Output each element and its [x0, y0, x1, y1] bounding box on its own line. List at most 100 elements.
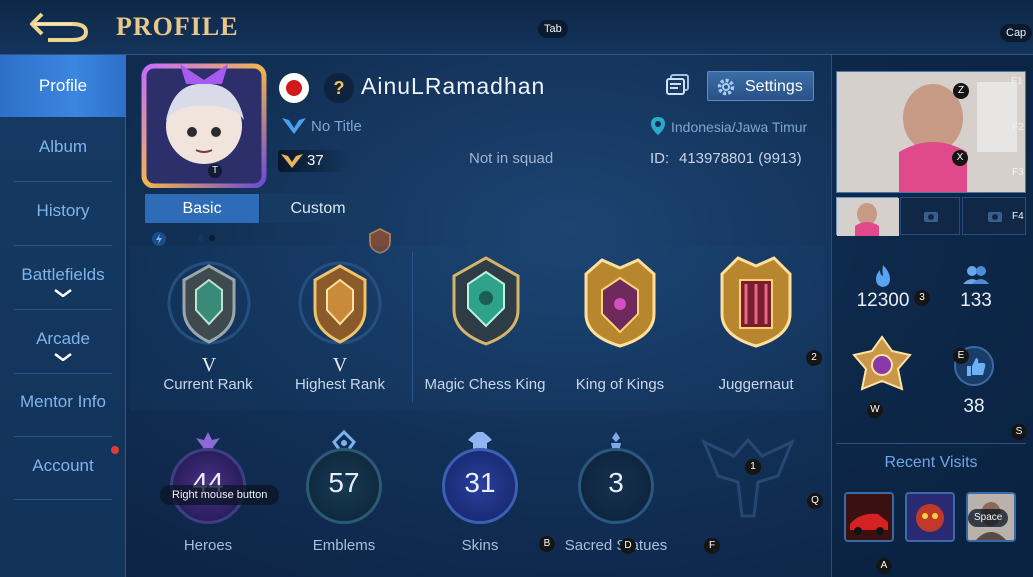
recent-visitor-avatar[interactable] — [844, 492, 894, 542]
player-title: No Title — [311, 118, 362, 135]
player-level: 37 — [307, 152, 324, 169]
tab-label: Custom — [290, 200, 346, 217]
squad-status: Not in squad — [469, 150, 554, 167]
back-arrow-icon[interactable] — [28, 8, 94, 44]
juggernaut-emblem-icon[interactable] — [708, 252, 804, 350]
album-photo-main[interactable] — [836, 71, 1026, 193]
key-hint-1: 1 — [745, 459, 761, 475]
king-of-kings-emblem-icon[interactable] — [572, 254, 668, 350]
avatar[interactable] — [140, 60, 268, 189]
key-hint-s: S — [1011, 424, 1027, 440]
juggernaut-label: Juggernaut — [718, 376, 794, 393]
lightning-icon — [152, 232, 166, 246]
unknown-badge-icon[interactable]: ? — [324, 73, 354, 103]
sidebar-item-account[interactable]: Account — [0, 456, 126, 476]
key-hint-b: B — [539, 536, 555, 552]
sidebar-item-profile[interactable]: Profile — [0, 55, 126, 117]
camera-icon — [924, 212, 938, 222]
emblems-label: Emblems — [312, 537, 376, 554]
tab-basic[interactable]: Basic — [145, 194, 259, 223]
key-hint-q: Q — [807, 493, 823, 509]
sidebar-item-label: Battlefields — [21, 265, 105, 284]
camera-icon — [988, 212, 1002, 222]
recent-visits-title: Recent Visits — [884, 454, 978, 471]
magic-chess-label: Magic Chess King — [424, 376, 546, 393]
highest-rank-emblem-icon[interactable] — [295, 258, 385, 348]
player-id: 413978801 (9913) — [679, 150, 802, 167]
tab-custom[interactable]: Custom — [261, 194, 375, 223]
settings-label: Settings — [745, 78, 803, 95]
recent-visitor-avatar[interactable] — [905, 492, 955, 542]
divider — [14, 436, 112, 437]
flag-icon — [279, 73, 309, 103]
key-hint-cap: Cap — [1000, 24, 1033, 42]
sidebar-item-battlefields[interactable]: Battlefields — [0, 265, 126, 297]
key-hint-z: Z — [953, 83, 969, 99]
trophy-emblem-icon — [688, 430, 808, 530]
notification-dot — [111, 446, 119, 454]
page-dot — [209, 235, 215, 241]
divider — [836, 443, 1026, 444]
sidebar-item-label: Profile — [38, 76, 88, 95]
honor-medal-icon[interactable] — [850, 335, 914, 399]
chevron-down-icon — [54, 289, 72, 297]
sidebar-item-mentor-info[interactable]: Mentor Info — [0, 392, 126, 412]
current-rank-emblem-icon[interactable] — [164, 258, 254, 348]
sidebar-item-history[interactable]: History — [0, 201, 126, 221]
key-hint-avatar: T — [208, 164, 223, 178]
divider — [14, 245, 112, 246]
key-hint-f4: F4 — [1012, 211, 1024, 222]
key-hint-f1: F1 — [1011, 76, 1023, 87]
magic-chess-emblem-icon[interactable] — [438, 252, 534, 348]
sidebar-item-label: Mentor Info — [20, 392, 106, 411]
sidebar-item-album[interactable]: Album — [0, 137, 126, 157]
chevron-down-icon — [54, 353, 72, 361]
king-of-kings-label: King of Kings — [575, 376, 665, 393]
key-hint-f2: F2 — [1012, 122, 1024, 133]
key-hint-w: W — [867, 402, 883, 418]
sacred-statues-count: 3 — [608, 467, 624, 498]
key-hint-2: 2 — [806, 350, 822, 366]
highest-rank-label: Highest Rank — [294, 376, 386, 393]
settings-button[interactable]: Settings — [707, 71, 814, 101]
key-hint-space: Space — [968, 509, 1009, 527]
sidebar: Profile Album History Battlefields Arcad… — [0, 55, 126, 577]
sidebar-item-label: Album — [38, 137, 88, 156]
divider — [14, 499, 112, 500]
sidebar-item-label: Arcade — [36, 329, 90, 348]
likes-count: 38 — [963, 396, 985, 417]
key-hint-a: A — [876, 558, 892, 574]
followers-count: 133 — [960, 290, 992, 311]
sidebar-item-label: History — [36, 201, 90, 220]
heroes-label: Heroes — [183, 537, 233, 554]
divider — [14, 373, 112, 374]
current-rank-tier: V — [201, 354, 217, 376]
album-thumb-1[interactable] — [836, 197, 899, 236]
page-title: PROFILE — [116, 12, 239, 41]
location-pin-icon — [650, 116, 666, 136]
popularity-count: 12300 — [856, 290, 910, 311]
gear-icon — [717, 78, 735, 96]
skins-label: Skins — [461, 537, 499, 554]
tab-label: Basic — [182, 200, 222, 217]
player-location: Indonesia/Jawa Timur — [671, 119, 808, 135]
title-wings-icon — [280, 114, 308, 136]
sidebar-item-label: Account — [32, 456, 94, 475]
album-thumb-empty[interactable] — [900, 197, 960, 235]
album-icon[interactable] — [666, 74, 690, 96]
skins-count: 31 — [464, 467, 496, 498]
key-hint-f3: F3 — [1012, 167, 1024, 178]
level-wings-icon — [281, 154, 303, 168]
key-hint-e: E — [953, 348, 969, 364]
key-hint-x: X — [952, 150, 968, 166]
sidebar-item-arcade[interactable]: Arcade — [0, 329, 126, 361]
thumbs-up-icon — [967, 358, 986, 376]
page-dot — [198, 235, 204, 241]
key-hint-d: D — [620, 538, 636, 554]
divider — [14, 309, 112, 310]
key-hint-right-mouse: Right mouse button — [160, 485, 280, 505]
current-rank-label: Current Rank — [163, 376, 253, 393]
highest-rank-tier: V — [332, 354, 348, 376]
player-id-label: ID: — [650, 150, 670, 167]
sacred-statues-label: Sacred Statues — [564, 537, 668, 554]
